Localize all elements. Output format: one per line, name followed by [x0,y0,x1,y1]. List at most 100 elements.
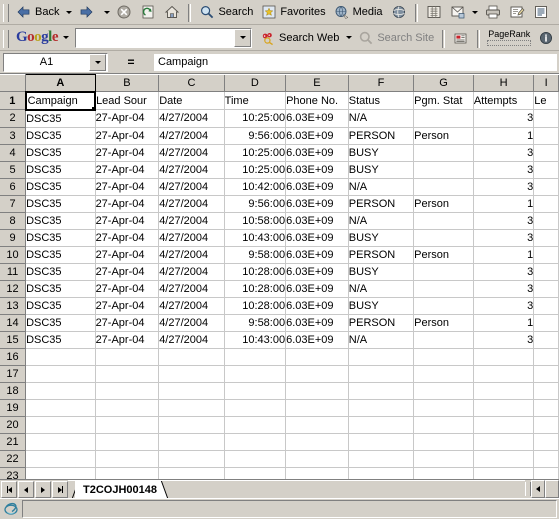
row-header-10[interactable]: 10 [0,246,27,264]
cell-H16[interactable] [473,348,535,366]
cell-D8[interactable]: 10:58:00 [224,212,287,230]
cell-D9[interactable]: 10:43:00 [224,229,287,247]
cell-G9[interactable] [413,229,474,247]
cell-D20[interactable] [224,416,287,434]
cell-I2[interactable] [533,109,559,128]
cell-B11[interactable]: 27-Apr-04 [95,263,160,281]
cell-C16[interactable] [158,348,225,366]
cell-H18[interactable] [473,382,535,400]
prev-sheet-button[interactable] [18,481,34,498]
cell-H5[interactable]: 3 [473,161,535,179]
cell-F20[interactable] [348,416,415,434]
cell-H22[interactable] [473,450,535,468]
cell-D10[interactable]: 9:58:00 [224,246,287,264]
row-header-23[interactable]: 23 [0,467,27,479]
cell-B4[interactable]: 27-Apr-04 [95,144,160,162]
cell-F1[interactable]: Status [348,91,415,110]
row-header-2[interactable]: 2 [0,109,27,128]
cell-C12[interactable]: 4/27/2004 [158,280,225,298]
cell-C20[interactable] [158,416,225,434]
cell-A8[interactable]: DSC35 [25,212,96,230]
cell-I12[interactable] [533,280,559,298]
cell-A9[interactable]: DSC35 [25,229,96,247]
cell-A11[interactable]: DSC35 [25,263,96,281]
cell-E15[interactable]: 6.03E+09 [285,331,349,349]
first-sheet-button[interactable] [1,481,17,498]
cell-E22[interactable] [285,450,349,468]
cell-F19[interactable] [348,399,415,417]
cell-B1[interactable]: Lead Sour [95,91,160,110]
google-menu-button[interactable] [60,28,71,48]
cell-I19[interactable] [533,399,559,417]
cell-I5[interactable] [533,161,559,179]
cell-F14[interactable]: PERSON [348,314,415,332]
back-button[interactable]: Back [12,1,63,23]
cell-H7[interactable]: 1 [473,195,535,213]
cell-I11[interactable] [533,263,559,281]
cell-A7[interactable]: DSC35 [25,195,96,213]
cell-B23[interactable] [95,467,160,479]
cell-G11[interactable] [413,263,474,281]
cell-H14[interactable]: 1 [473,314,535,332]
cell-G5[interactable] [413,161,474,179]
cell-G2[interactable] [413,109,474,128]
search-web-dropdown-button[interactable] [343,28,354,48]
cell-E16[interactable] [285,348,349,366]
cell-D16[interactable] [224,348,287,366]
cell-I16[interactable] [533,348,559,366]
cell-B8[interactable]: 27-Apr-04 [95,212,160,230]
cell-A14[interactable]: DSC35 [25,314,96,332]
cell-I1[interactable]: Le [533,91,559,110]
cell-C4[interactable]: 4/27/2004 [158,144,225,162]
cell-H3[interactable]: 1 [473,127,535,145]
cell-E6[interactable]: 6.03E+09 [285,178,349,196]
spreadsheet-grid[interactable]: A B C D E F G H I 1 Campaign Lead Sour Date… [0,74,559,479]
cell-D2[interactable]: 10:25:00 [224,109,287,128]
cell-D15[interactable]: 10:43:00 [224,331,287,349]
cell-A10[interactable]: DSC35 [25,246,96,264]
cell-D1[interactable]: Time [224,91,287,110]
cell-H13[interactable]: 3 [473,297,535,315]
cell-B6[interactable]: 27-Apr-04 [95,178,160,196]
cell-C6[interactable]: 4/27/2004 [158,178,225,196]
edit-button[interactable] [505,1,529,23]
cell-F3[interactable]: PERSON [348,127,415,145]
cell-A5[interactable]: DSC35 [25,161,96,179]
cell-D14[interactable]: 9:58:00 [224,314,287,332]
cell-E18[interactable] [285,382,349,400]
cell-H20[interactable] [473,416,535,434]
cell-H2[interactable]: 3 [473,109,535,128]
cell-E4[interactable]: 6.03E+09 [285,144,349,162]
cell-C23[interactable] [158,467,225,479]
cell-G17[interactable] [413,365,474,383]
search-button[interactable]: Search [195,1,257,23]
cell-B3[interactable]: 27-Apr-04 [95,127,160,145]
cell-B14[interactable]: 27-Apr-04 [95,314,160,332]
cell-F2[interactable]: N/A [348,109,415,128]
cell-E23[interactable] [285,467,349,479]
cell-A19[interactable] [25,399,96,417]
cell-B7[interactable]: 27-Apr-04 [95,195,160,213]
cell-G8[interactable] [413,212,474,230]
cell-A20[interactable] [25,416,96,434]
cell-I18[interactable] [533,382,559,400]
column-header-i[interactable]: I [533,74,559,92]
google-search-history-dropdown[interactable] [234,28,252,47]
toolbar-grip[interactable] [3,4,9,22]
folders-button[interactable] [422,1,446,23]
cell-H1[interactable]: Attempts [473,91,535,110]
stop-button[interactable] [112,1,136,23]
row-header-1[interactable]: 1 [0,91,27,110]
cell-E8[interactable]: 6.03E+09 [285,212,349,230]
cell-E2[interactable]: 6.03E+09 [285,109,349,128]
cell-C10[interactable]: 4/27/2004 [158,246,225,264]
cell-F11[interactable]: BUSY [348,263,415,281]
name-box-dropdown-button[interactable] [89,53,106,71]
cell-D3[interactable]: 9:56:00 [224,127,287,145]
google-search-box[interactable] [75,27,253,48]
cell-B13[interactable]: 27-Apr-04 [95,297,160,315]
cell-C7[interactable]: 4/27/2004 [158,195,225,213]
cell-D22[interactable] [224,450,287,468]
cell-I22[interactable] [533,450,559,468]
cell-I4[interactable] [533,144,559,162]
